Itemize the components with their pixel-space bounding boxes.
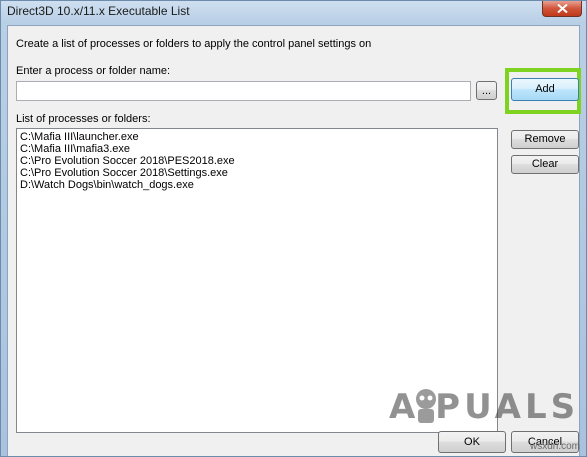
- clear-button[interactable]: Clear: [511, 155, 579, 174]
- list-item[interactable]: D:\Watch Dogs\bin\watch_dogs.exe: [17, 179, 497, 191]
- executable-list-dialog: Direct3D 10.x/11.x Executable List Creat…: [0, 0, 587, 457]
- list-item[interactable]: C:\Mafia III\mafia3.exe: [17, 143, 497, 155]
- site-watermark: wsxdn.com: [529, 441, 580, 452]
- list-item[interactable]: C:\Pro Evolution Soccer 2018\PES2018.exe: [17, 155, 497, 167]
- close-button[interactable]: [542, 1, 582, 17]
- browse-button[interactable]: ...: [476, 81, 497, 100]
- remove-button[interactable]: Remove: [511, 130, 579, 149]
- process-name-input[interactable]: [16, 81, 471, 101]
- process-list[interactable]: C:\Mafia III\launcher.exe C:\Mafia III\m…: [16, 128, 498, 433]
- add-button[interactable]: Add: [511, 78, 579, 101]
- list-label: List of processes or folders:: [16, 113, 151, 125]
- list-item[interactable]: C:\Pro Evolution Soccer 2018\Settings.ex…: [17, 167, 497, 179]
- list-item[interactable]: C:\Mafia III\launcher.exe: [17, 131, 497, 143]
- dialog-body: Create a list of processes or folders to…: [7, 25, 581, 456]
- close-x-icon: [557, 4, 568, 13]
- title-bar[interactable]: Direct3D 10.x/11.x Executable List: [1, 1, 586, 23]
- window-title: Direct3D 10.x/11.x Executable List: [7, 4, 190, 18]
- process-name-label: Enter a process or folder name:: [16, 65, 171, 77]
- ok-button[interactable]: OK: [438, 431, 506, 453]
- instructions-text: Create a list of processes or folders to…: [16, 38, 372, 50]
